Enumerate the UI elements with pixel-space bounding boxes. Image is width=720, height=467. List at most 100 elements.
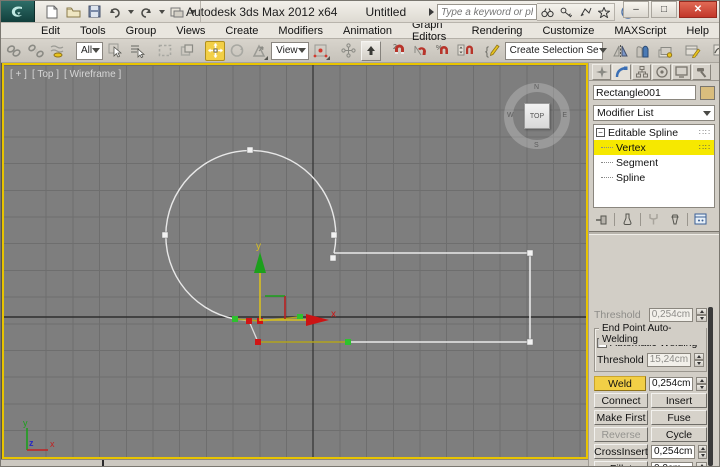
tab-create-icon[interactable] (592, 64, 611, 80)
menu-create[interactable]: Create (215, 23, 268, 39)
spline-vertices-selected[interactable] (246, 318, 263, 345)
menu-customize[interactable]: Customize (532, 23, 604, 39)
weld-button[interactable]: Weld (594, 376, 647, 391)
curve-editor-icon[interactable] (711, 41, 719, 61)
viewcube-top-face[interactable]: TOP (524, 103, 550, 129)
select-and-scale-icon[interactable] (249, 41, 269, 61)
select-by-name-icon[interactable] (127, 41, 147, 61)
undo-dropdown-caret[interactable] (128, 9, 134, 14)
menu-help[interactable]: Help (676, 23, 719, 39)
configure-modifier-sets-icon[interactable] (692, 212, 709, 227)
snaps-toggle-2d-icon[interactable]: 2 (389, 41, 409, 61)
keyboard-shortcut-override-icon[interactable] (360, 40, 381, 61)
redo-dropdown-caret[interactable] (159, 9, 165, 14)
bind-to-space-warp-icon[interactable] (48, 41, 68, 61)
top-viewport[interactable]: [ + ] [ Top ] [ Wireframe ] www.dijitald… (2, 63, 588, 459)
viewcube-east-label[interactable]: E (562, 112, 567, 119)
crossinsert-value[interactable]: 0,254cm (651, 444, 696, 459)
spline-vertices-unselected[interactable] (161, 146, 534, 346)
open-file-icon[interactable] (64, 4, 82, 20)
search-expand-icon[interactable] (429, 5, 437, 19)
time-slider-tick[interactable] (102, 460, 104, 466)
viewcube-north-label[interactable]: N (534, 84, 539, 91)
graphite-modeling-tools-icon[interactable] (683, 41, 703, 61)
undo-icon[interactable] (106, 4, 124, 20)
move-gizmo[interactable]: y x (254, 241, 336, 326)
viewport-menu-view[interactable]: [ Top ] (32, 69, 59, 80)
angle-snap-toggle-icon[interactable] (411, 41, 431, 61)
menu-tools[interactable]: Tools (70, 23, 116, 39)
cycle-button[interactable]: Cycle (651, 427, 707, 442)
menu-group[interactable]: Group (116, 23, 167, 39)
window-crossing-toggle-icon[interactable] (177, 41, 197, 61)
menu-views[interactable]: Views (166, 23, 215, 39)
select-and-link-icon[interactable] (4, 41, 24, 61)
viewport-menu-shading[interactable]: [ Wireframe ] (64, 69, 121, 80)
spinner-snap-toggle-icon[interactable] (455, 41, 475, 61)
search-input[interactable] (437, 4, 537, 20)
select-object-icon[interactable] (105, 41, 125, 61)
viewcube[interactable]: N S W E TOP (504, 83, 570, 149)
search-binoculars-icon[interactable] (539, 5, 555, 19)
menu-maxscript[interactable]: MAXScript (604, 23, 676, 39)
editable-spline-shape[interactable] (165, 149, 531, 343)
maximize-button[interactable]: □ (651, 1, 677, 18)
menu-animation[interactable]: Animation (333, 23, 402, 39)
project-folder-icon[interactable] (168, 4, 186, 20)
make-unique-icon[interactable] (645, 212, 662, 227)
threshold-spinner[interactable] (696, 307, 707, 322)
fillet-value[interactable]: 0,0cm (651, 461, 693, 466)
weld-spinner[interactable] (696, 376, 707, 391)
pin-stack-icon[interactable] (593, 212, 610, 227)
edit-named-selection-sets-icon[interactable]: { (483, 41, 503, 61)
insert-button[interactable]: Insert (651, 393, 707, 408)
viewport-menu-plus[interactable]: [ + ] (10, 69, 27, 80)
application-menu-button[interactable] (1, 1, 35, 22)
crossinsert-button[interactable]: CrossInsert (594, 444, 648, 459)
object-name-field[interactable]: Rectangle001 (593, 85, 696, 100)
new-scene-icon[interactable] (43, 4, 61, 20)
save-file-icon[interactable] (85, 4, 103, 20)
weld-value[interactable]: 0,254cm (649, 376, 694, 391)
menu-rendering[interactable]: Rendering (462, 23, 533, 39)
rectangular-selection-region-icon[interactable] (155, 41, 175, 61)
stack-row-vertex[interactable]: Vertex ∷∷ (594, 140, 714, 155)
tab-display-icon[interactable] (672, 64, 691, 80)
tab-utilities-icon[interactable] (692, 64, 711, 80)
stack-row-editable-spline[interactable]: − Editable Spline ∷∷ (594, 125, 714, 140)
make-first-button[interactable]: Make First (594, 410, 648, 425)
minimize-button[interactable]: – (623, 1, 649, 18)
layer-manager-icon[interactable] (655, 41, 675, 61)
align-icon[interactable] (633, 41, 653, 61)
stack-row-segment[interactable]: Segment (594, 155, 714, 170)
communication-center-icon[interactable] (577, 5, 593, 19)
rollout-scrollbar[interactable] (708, 307, 713, 466)
select-and-rotate-icon[interactable] (227, 41, 247, 61)
menu-edit[interactable]: Edit (31, 23, 70, 39)
unlink-selection-icon[interactable] (26, 41, 46, 61)
gizmo-y-arrowhead[interactable] (254, 252, 266, 273)
redo-icon[interactable] (137, 4, 155, 20)
show-end-result-icon[interactable] (619, 212, 636, 227)
use-pivot-point-center-icon[interactable] (311, 41, 331, 61)
stack-row-spline[interactable]: Spline (594, 170, 714, 185)
connect-button[interactable]: Connect (594, 393, 648, 408)
subscription-key-icon[interactable] (558, 5, 574, 19)
tab-modify-icon[interactable] (612, 64, 631, 80)
viewcube-south-label[interactable]: S (534, 142, 539, 149)
favorites-star-icon[interactable] (596, 5, 612, 19)
remove-modifier-icon[interactable] (666, 212, 683, 227)
tab-motion-icon[interactable] (652, 64, 671, 80)
menu-graph-editors[interactable]: Graph Editors (402, 19, 462, 43)
crossinsert-spinner[interactable] (698, 444, 707, 459)
fuse-button[interactable]: Fuse (651, 410, 707, 425)
menu-modifiers[interactable]: Modifiers (268, 23, 333, 39)
gizmo-x-arrowhead[interactable] (306, 314, 329, 326)
selection-filter-dropdown[interactable]: All (76, 41, 104, 60)
select-and-move-icon[interactable] (205, 40, 226, 61)
named-selection-sets-dropdown[interactable]: Create Selection Se (504, 41, 607, 60)
mirror-icon[interactable] (611, 41, 631, 61)
tab-hierarchy-icon[interactable] (632, 64, 651, 80)
fillet-button[interactable]: Fillet (594, 461, 648, 466)
reference-coordinate-dropdown[interactable]: View (271, 41, 309, 60)
